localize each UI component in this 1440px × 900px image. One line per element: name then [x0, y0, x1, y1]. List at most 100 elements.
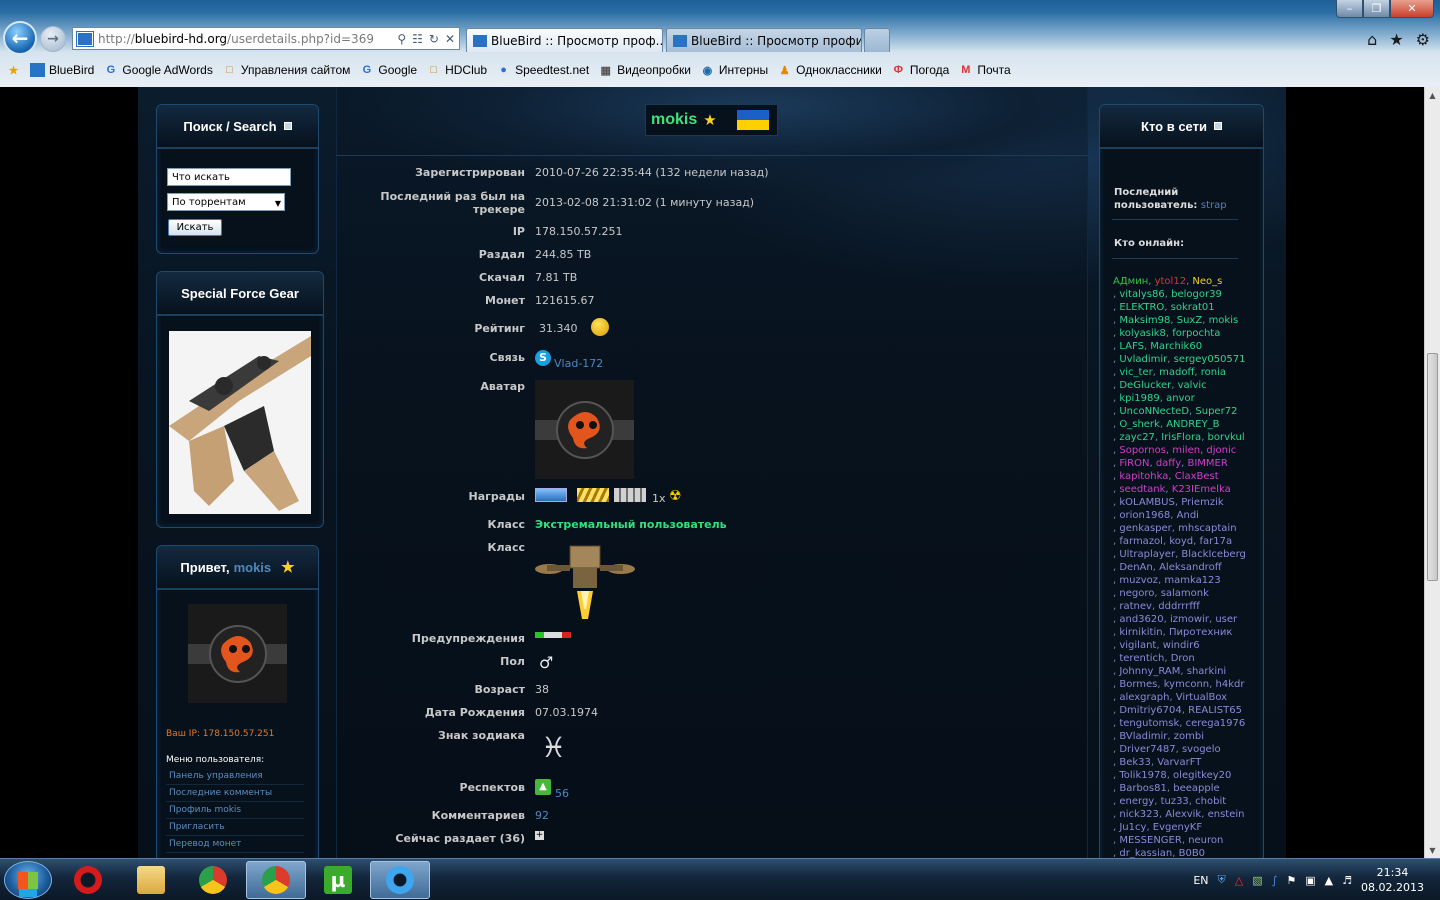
taskbar-ie[interactable] [370, 861, 430, 899]
online-user-link[interactable]: LAFS [1119, 341, 1144, 352]
taskbar-utorrent[interactable]: µ [308, 861, 368, 899]
online-user-link[interactable]: izmowir [1170, 614, 1209, 625]
taskbar-opera[interactable] [58, 861, 118, 899]
online-user-link[interactable]: O_sherk [1119, 419, 1159, 430]
online-user-link[interactable]: and3620 [1119, 614, 1163, 625]
online-user-link[interactable]: B0B0 [1179, 848, 1205, 858]
online-user-link[interactable]: nick323 [1119, 809, 1159, 820]
close-window-button[interactable]: ✕ [1390, 0, 1434, 18]
online-user-link[interactable]: Ultraplayer [1119, 549, 1175, 560]
online-user-link[interactable]: borvkul [1208, 432, 1245, 443]
minimize-button[interactable]: – [1336, 0, 1363, 18]
fav-link-google-adwords[interactable]: G Google AdWords [103, 63, 213, 77]
signal-icon[interactable]: ▲ [1325, 874, 1333, 887]
stop-icon[interactable]: ✕ [445, 32, 455, 46]
network-icon[interactable]: ▧ [1252, 874, 1262, 887]
rifle-image[interactable] [169, 331, 311, 514]
online-user-link[interactable]: DeGlucker [1119, 380, 1171, 391]
online-user-link[interactable]: Uvladimir [1119, 354, 1167, 365]
online-user-link[interactable]: sokrat01 [1171, 302, 1215, 313]
taskbar-chrome-2[interactable] [246, 861, 306, 899]
search-icon[interactable]: ⚲ [397, 32, 406, 46]
online-user-link[interactable]: vitalys86 [1119, 289, 1164, 300]
fav-link-interny[interactable]: ◉ Интерны [700, 63, 769, 77]
start-button[interactable] [4, 861, 52, 899]
online-user-link[interactable]: zayc27 [1119, 432, 1155, 443]
fav-link-speedtest[interactable]: ● Speedtest.net [496, 63, 589, 77]
fav-link-weather[interactable]: Ф Погода [891, 63, 950, 77]
online-user-link[interactable]: BlackIceberg [1181, 549, 1245, 560]
online-user-link[interactable]: far17a [1200, 536, 1233, 547]
expand-icon[interactable]: + [535, 831, 544, 840]
online-user-link[interactable]: kpi1989 [1119, 393, 1159, 404]
online-user-link[interactable]: valvic [1178, 380, 1207, 391]
online-user-link[interactable]: kOLAMBUS [1119, 497, 1174, 508]
language-indicator[interactable]: EN [1193, 874, 1208, 887]
online-user-link[interactable]: tuz33 [1161, 796, 1189, 807]
online-user-link[interactable]: Tolik1978 [1119, 770, 1166, 781]
value-respect[interactable]: 56 [555, 787, 569, 800]
online-user-link[interactable]: dr_kassian [1119, 848, 1172, 858]
online-user-link[interactable]: genkasper [1119, 523, 1171, 534]
online-user-link[interactable]: АДмин [1113, 276, 1148, 287]
online-user-link[interactable]: svogelo [1182, 744, 1221, 755]
online-user-link[interactable]: EvgenyKF [1153, 822, 1202, 833]
browser-tab-1[interactable]: BlueBird :: Просмотр проф... ✕ [466, 28, 663, 52]
online-user-link[interactable]: windir6 [1163, 640, 1200, 651]
scroll-up-icon[interactable]: ▲ [1425, 87, 1440, 103]
page-scrollbar[interactable]: ▲ ▼ [1424, 87, 1440, 858]
fav-link-odnoklassniki[interactable]: ♟ Одноклассники [777, 63, 882, 77]
online-user-link[interactable]: anvor [1166, 393, 1195, 404]
online-user-link[interactable]: salamonk [1161, 588, 1209, 599]
online-user-link[interactable]: FiRON [1119, 458, 1149, 469]
address-bar[interactable]: http://bluebird-hd.org/userdetails.php?i… [72, 27, 460, 50]
online-user-link[interactable]: cerega1976 [1186, 718, 1246, 729]
gear-icon[interactable]: ⚙ [1416, 30, 1430, 49]
online-user-link[interactable]: muzvoz [1119, 575, 1158, 586]
online-user-link[interactable]: Super72 [1195, 406, 1237, 417]
browser-tab-2[interactable]: BlueBird :: Просмотр профил... [666, 28, 862, 52]
online-user-link[interactable]: beeapple [1173, 783, 1219, 794]
menu-invite[interactable]: Пригласить [166, 819, 304, 836]
online-user-link[interactable]: enstein [1208, 809, 1245, 820]
url-text[interactable]: http://bluebird-hd.org/userdetails.php?i… [98, 32, 397, 46]
online-user-link[interactable]: mamka123 [1164, 575, 1220, 586]
online-user-link[interactable]: forpochta [1172, 328, 1220, 339]
online-user-link[interactable]: SuxZ [1177, 315, 1202, 326]
online-user-link[interactable]: dddrrrfff [1158, 601, 1199, 612]
search-input[interactable]: Что искать [167, 168, 291, 186]
thumbs-up-icon[interactable]: ▲ [535, 779, 551, 795]
compat-view-icon[interactable]: ☷ [412, 32, 423, 46]
online-user-link[interactable]: kapitohka [1119, 471, 1168, 482]
online-user-link[interactable]: VirtualBox [1176, 692, 1227, 703]
online-user-link[interactable]: alexgraph [1119, 692, 1169, 703]
favorites-button[interactable]: ★ [6, 63, 21, 77]
online-user-link[interactable]: MESSENGER [1119, 835, 1181, 846]
collapse-icon[interactable] [283, 122, 292, 130]
online-user-link[interactable]: Andi [1177, 510, 1199, 521]
online-user-link[interactable]: UncoNNecteD [1119, 406, 1189, 417]
online-user-link[interactable]: daffy [1156, 458, 1181, 469]
online-user-link[interactable]: kymconn [1164, 679, 1209, 690]
online-user-link[interactable]: user [1215, 614, 1237, 625]
online-user-link[interactable]: energy [1119, 796, 1154, 807]
refresh-icon[interactable]: ↻ [429, 32, 439, 46]
last-user-name[interactable]: strap [1201, 200, 1227, 211]
online-user-link[interactable]: olegitkey20 [1173, 770, 1231, 781]
online-user-link[interactable]: DenAn [1119, 562, 1152, 573]
online-user-link[interactable]: Aleksandroff [1159, 562, 1222, 573]
antivirus-icon[interactable]: △ [1235, 874, 1243, 887]
taskbar-chrome-1[interactable] [183, 861, 243, 899]
skype-icon[interactable]: S [535, 350, 551, 366]
online-user-link[interactable]: Driver7487 [1119, 744, 1175, 755]
online-user-link[interactable]: orion1968 [1119, 510, 1170, 521]
online-user-link[interactable]: Alexvik [1165, 809, 1201, 820]
online-user-link[interactable]: mhscaptain [1178, 523, 1236, 534]
online-user-link[interactable]: ytol12 [1155, 276, 1186, 287]
online-user-link[interactable]: Barbos81 [1119, 783, 1167, 794]
online-user-link[interactable]: ANDREY_B [1166, 419, 1219, 430]
online-user-link[interactable]: kolyasik8 [1119, 328, 1166, 339]
maximize-button[interactable]: ❐ [1363, 0, 1390, 18]
online-user-link[interactable]: terentich [1119, 653, 1164, 664]
back-button[interactable]: ← [3, 21, 37, 55]
